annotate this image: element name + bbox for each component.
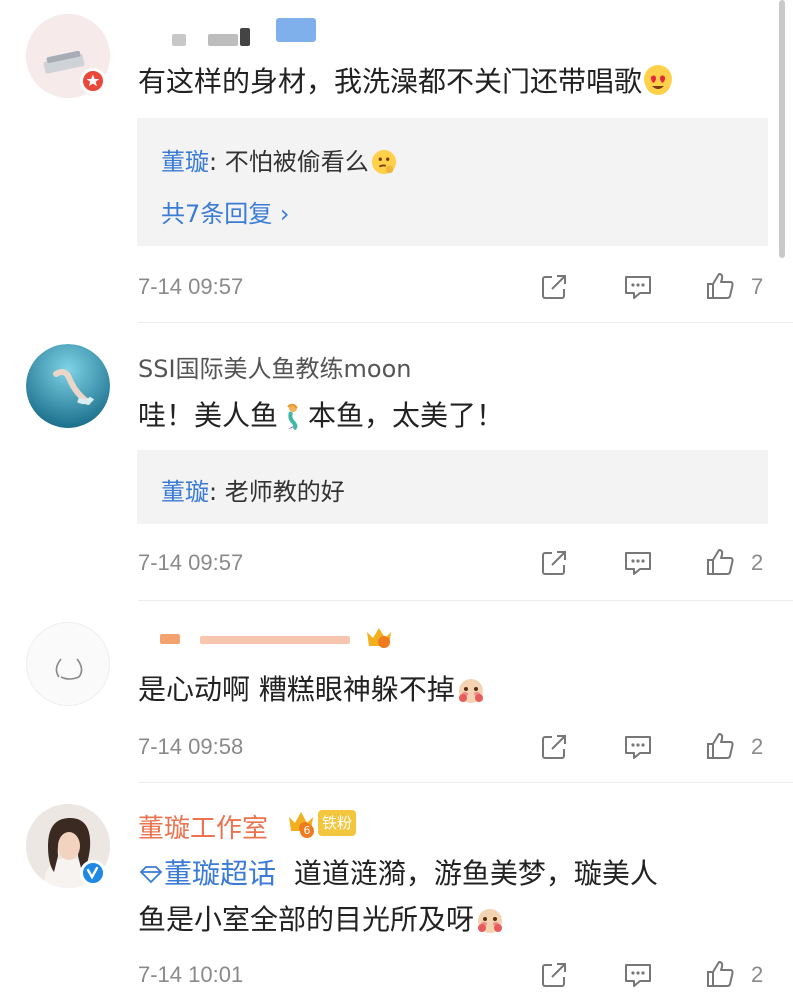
comment-icon[interactable] [622, 731, 654, 763]
avatar-image [55, 658, 83, 680]
shy-emoji [476, 903, 504, 933]
more-replies-link[interactable]: 共7条回复 › [161, 194, 290, 229]
reply-item: 董璇: 不怕被偷看么 [161, 142, 397, 177]
thumbs-up-icon[interactable] [704, 730, 736, 762]
shy-emoji [457, 673, 485, 703]
like-count: 2 [751, 550, 764, 575]
reply-box[interactable]: 董璇: 不怕被偷看么 共7条回复 › [137, 118, 768, 246]
verified-icon [80, 860, 106, 886]
heart-eyes-emoji [644, 65, 673, 95]
vip-crown-icon [364, 624, 394, 650]
comment-text-line2: 鱼是小室全部的目光所及呀 [138, 898, 504, 942]
like-count: 7 [751, 274, 764, 299]
divider [138, 322, 793, 323]
comment-username[interactable]: 董璇工作室 [138, 808, 268, 845]
comment-username[interactable]: SSI国际美人鱼教练moon [138, 349, 412, 384]
comment-meta: 7-14 09:57 7 [0, 268, 793, 308]
reply-box[interactable]: 董璇: 老师教的好 [137, 450, 768, 524]
vip-badge-icon [276, 18, 316, 42]
comment-icon[interactable] [622, 547, 654, 579]
like-count: 2 [751, 734, 764, 759]
comment-meta: 7-14 09:58 2 [0, 728, 793, 768]
reply-username[interactable]: 董璇 [161, 478, 209, 506]
comment-time: 7-14 10:01 [138, 962, 244, 987]
comment-icon[interactable] [622, 959, 654, 991]
topic-link[interactable]: 董璇超话 [138, 857, 276, 890]
thinking-emoji [371, 149, 397, 175]
avatar-image [26, 344, 110, 428]
diamond-icon [139, 866, 163, 884]
comment-time: 7-14 09:58 [138, 734, 244, 759]
share-icon[interactable] [538, 271, 570, 303]
comment-time: 7-14 09:57 [138, 274, 244, 299]
username-blurred[interactable] [140, 628, 370, 650]
mermaid-emoji [280, 399, 308, 431]
avatar[interactable] [26, 344, 110, 428]
comment-icon[interactable] [622, 271, 654, 303]
share-icon[interactable] [538, 731, 570, 763]
scrollbar[interactable] [779, 0, 785, 258]
comment-meta: 7-14 10:01 2 [0, 956, 793, 996]
reply-item: 董璇: 老师教的好 [161, 478, 345, 506]
comment-text: 哇！美人鱼 本鱼，太美了！ [138, 399, 505, 432]
share-icon[interactable] [538, 547, 570, 579]
avatar[interactable] [26, 622, 110, 706]
fan-level-badge: 6 [300, 824, 314, 838]
user-badge-icon [80, 68, 106, 94]
comment-meta: 7-14 09:57 2 [0, 544, 793, 584]
divider [138, 600, 793, 601]
divider [138, 782, 793, 783]
comment-text: 有这样的身材，我洗澡都不关门还带唱歌 [138, 60, 673, 104]
like-count: 2 [751, 962, 764, 987]
comment-text: 是心动啊 糟糕眼神躲不掉 [138, 668, 485, 712]
thumbs-up-icon[interactable] [704, 270, 736, 302]
reply-username[interactable]: 董璇 [161, 148, 209, 176]
thumbs-up-icon[interactable] [704, 546, 736, 578]
thumbs-up-icon[interactable] [704, 958, 736, 990]
share-icon[interactable] [538, 959, 570, 991]
fan-badge: 铁粉 [318, 810, 356, 836]
comment-text: 董璇超话 道道涟漪，游鱼美梦，璇美人 [138, 852, 658, 896]
comment-time: 7-14 09:57 [138, 550, 244, 575]
